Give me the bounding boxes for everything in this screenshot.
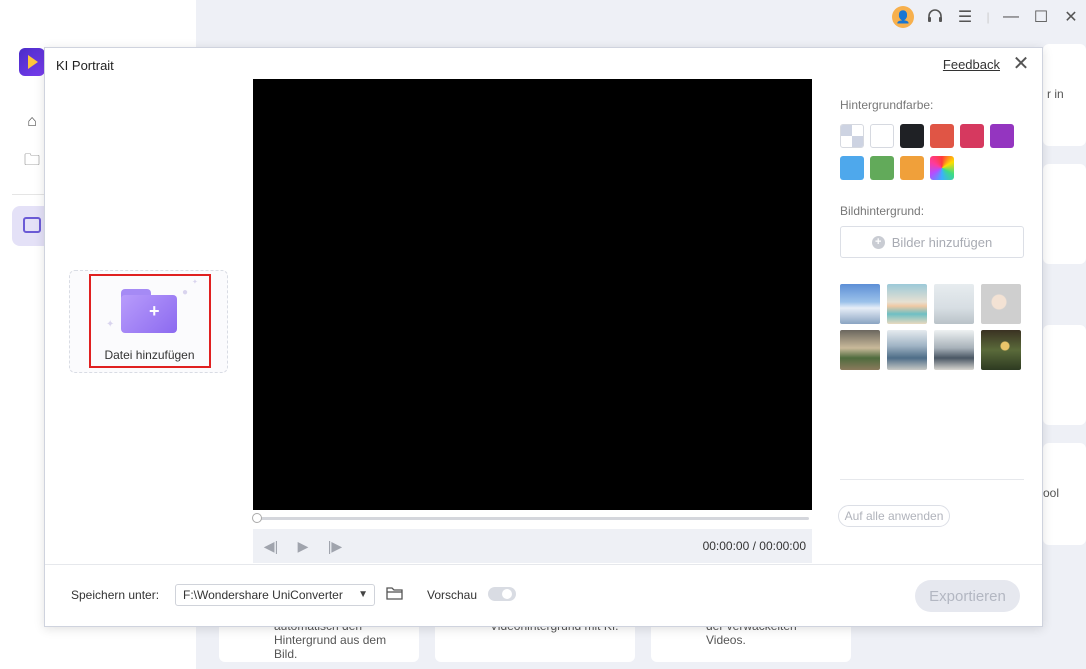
color-swatches [840, 124, 1024, 180]
player-controls: ◀| ▶ |▶ 00:00:00 / 00:00:00 [253, 529, 812, 563]
bg-card-text: r in [1047, 87, 1064, 101]
video-preview [253, 79, 812, 510]
background-thumbnails [840, 284, 1024, 370]
previous-frame-icon[interactable]: ◀| [261, 536, 281, 556]
thumb-office-windows[interactable] [887, 330, 927, 370]
progress-track[interactable] [255, 517, 809, 520]
save-path-select[interactable]: F:\Wondershare UniConverter ▼ [175, 584, 375, 606]
thumb-plants-wall[interactable] [981, 330, 1021, 370]
menu-icon[interactable]: ☰ [950, 4, 980, 30]
support-headset-icon[interactable] [920, 4, 950, 30]
panel-divider [840, 479, 1024, 480]
feedback-link[interactable]: Feedback [943, 57, 1000, 72]
separator: | [986, 10, 990, 24]
bg-card-text: ool [1043, 486, 1060, 500]
preview-label: Vorschau [427, 588, 478, 602]
app-logo [19, 48, 45, 76]
save-path-value: F:\Wondershare UniConverter [183, 588, 343, 602]
add-file-label: Datei hinzufügen [104, 348, 195, 362]
image-bg-label: Bildhintergrund: [840, 204, 925, 218]
bg-card-right-4: ool [1043, 443, 1086, 545]
export-button[interactable]: Exportieren [915, 580, 1020, 612]
thumb-white-room[interactable] [934, 284, 974, 324]
right-panel: Hintergrundfarbe: Bildhintergrund: + Bil… [840, 98, 1024, 370]
bg-card-line: Hintergrund aus dem [274, 633, 387, 647]
play-icon[interactable]: ▶ [293, 536, 313, 556]
swatch-rainbow[interactable] [930, 156, 954, 180]
timecode: 00:00:00 / 00:00:00 [702, 539, 806, 553]
open-folder-icon[interactable] [386, 585, 404, 603]
bg-card-right-2 [1043, 164, 1086, 264]
progress-knob[interactable] [252, 513, 262, 523]
close-window-icon[interactable]: ✕ [1056, 4, 1086, 30]
swatch-red[interactable] [930, 124, 954, 148]
bg-card-line: Videos. [706, 633, 746, 647]
plus-circle-icon: + [871, 235, 885, 249]
toggle-knob [502, 589, 512, 599]
bg-card-right-3 [1043, 325, 1086, 425]
add-images-label: Bilder hinzufügen [891, 234, 993, 250]
ki-portrait-dialog: KI Portrait Feedback ✕ ✦ ● ✦ + Datei hin… [44, 47, 1043, 627]
thumb-snowy-mountains[interactable] [840, 284, 880, 324]
thumb-modern-office[interactable] [934, 330, 974, 370]
add-images-button[interactable]: + Bilder hinzufügen [840, 226, 1024, 258]
add-file-tile[interactable]: ✦ ● ✦ + Datei hinzufügen [69, 270, 228, 373]
toolbox-icon [23, 217, 41, 233]
thumb-beach-sunset[interactable] [887, 284, 927, 324]
home-icon[interactable]: ⌂ [22, 112, 42, 132]
bg-color-label: Hintergrundfarbe: [840, 98, 934, 112]
save-location-label: Speichern unter: [71, 588, 160, 602]
swatch-purple[interactable] [990, 124, 1014, 148]
close-icon[interactable]: ✕ [1010, 53, 1032, 75]
thumb-lamp-wall[interactable] [981, 284, 1021, 324]
bg-card-right-1: r in [1043, 44, 1086, 146]
chevron-down-icon: ▼ [358, 589, 368, 600]
swatch-pink[interactable] [960, 124, 984, 148]
swatch-white[interactable] [870, 124, 894, 148]
dialog-title: KI Portrait [56, 58, 114, 73]
thumb-lobby[interactable] [840, 330, 880, 370]
swatch-black[interactable] [900, 124, 924, 148]
bg-card-line: Bild. [274, 647, 298, 661]
maximize-icon[interactable]: ☐ [1026, 4, 1056, 30]
add-folder-icon: + [121, 289, 177, 333]
folder-icon[interactable]: 🗀 [22, 151, 42, 171]
swatch-green[interactable] [870, 156, 894, 180]
preview-toggle[interactable] [488, 587, 516, 601]
sparkle-icon: ✦ [106, 319, 115, 330]
apply-all-button[interactable]: Auf alle anwenden [838, 505, 950, 527]
swatch-transparent[interactable] [840, 124, 864, 148]
user-avatar[interactable]: 👤 [892, 6, 914, 28]
swatch-orange[interactable] [900, 156, 924, 180]
sparkle-icon: ✦ [192, 279, 198, 286]
swatch-blue[interactable] [840, 156, 864, 180]
window-controls: 👤 ☰ | — ☐ ✕ [892, 4, 1086, 30]
minimize-icon[interactable]: — [996, 4, 1026, 30]
sparkle-icon: ● [182, 287, 189, 298]
dialog-footer: Speichern unter: F:\Wondershare UniConve… [45, 564, 1042, 626]
next-frame-icon[interactable]: |▶ [325, 536, 345, 556]
